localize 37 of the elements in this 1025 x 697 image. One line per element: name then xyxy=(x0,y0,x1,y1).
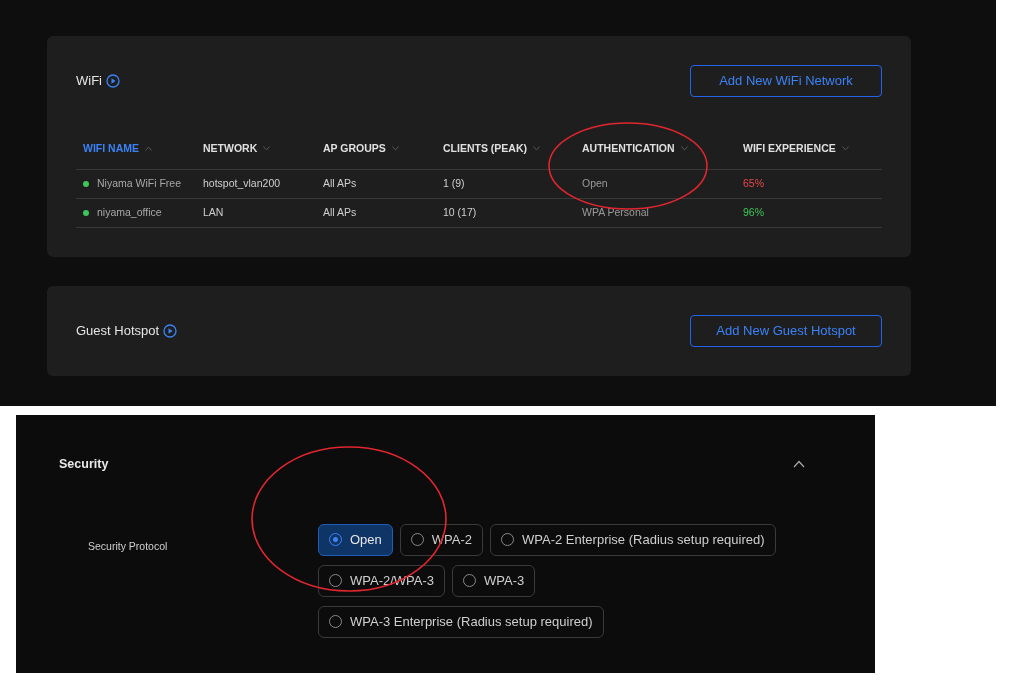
radio-option[interactable]: WPA-3 xyxy=(452,564,536,597)
add-wifi-button[interactable]: Add New WiFi Network xyxy=(690,65,882,97)
column-header[interactable]: CLIENTS (PEAK) xyxy=(443,141,527,157)
card-title: Guest Hotspot xyxy=(76,322,160,341)
column-header[interactable]: NETWORK xyxy=(203,141,258,157)
play-icon[interactable] xyxy=(106,74,120,88)
radio-option[interactable]: Open xyxy=(318,523,393,556)
add-guest-hotspot-button[interactable]: Add New Guest Hotspot xyxy=(690,315,882,347)
column-header[interactable]: WIFI NAME xyxy=(83,141,139,157)
radio-option[interactable]: WPA-3 Enterprise (Radius setup required) xyxy=(318,605,604,638)
sort-caret-icon xyxy=(680,146,688,152)
table-cell: 1 (9) xyxy=(443,177,465,190)
table-cell: LAN xyxy=(203,206,224,219)
table-cell: All APs xyxy=(323,177,357,190)
sort-caret-icon xyxy=(533,146,540,152)
column-header[interactable]: WIFI EXPERIENCE xyxy=(743,141,836,157)
card-title: WiFi xyxy=(76,72,102,91)
table-cell: All APs xyxy=(323,206,357,219)
table-cell: 10 (17) xyxy=(443,206,477,219)
sort-caret-icon xyxy=(145,146,152,152)
table-cell: Niyama WiFi Free xyxy=(97,176,181,192)
play-icon[interactable] xyxy=(163,324,178,338)
sort-caret-icon xyxy=(841,146,849,152)
table-cell: Open xyxy=(582,177,608,190)
table-cell: 65% xyxy=(743,177,764,190)
sort-caret-icon xyxy=(263,146,271,152)
sort-caret-icon xyxy=(391,146,399,152)
table-cell: 96% xyxy=(743,206,764,219)
section-title: Security xyxy=(59,456,109,473)
column-header[interactable]: AP GROUPS xyxy=(323,141,386,157)
chevron-icon[interactable] xyxy=(793,460,805,469)
table-cell: WPA Personal xyxy=(582,206,649,219)
table-cell: niyama_office xyxy=(97,205,162,221)
column-header[interactable]: AUTHENTICATION xyxy=(582,141,675,157)
radio-option[interactable]: WPA-2 Enterprise (Radius setup required) xyxy=(490,523,776,556)
table-cell: hotspot_vlan200 xyxy=(203,177,281,190)
field-label: Security Protocol xyxy=(88,539,168,552)
